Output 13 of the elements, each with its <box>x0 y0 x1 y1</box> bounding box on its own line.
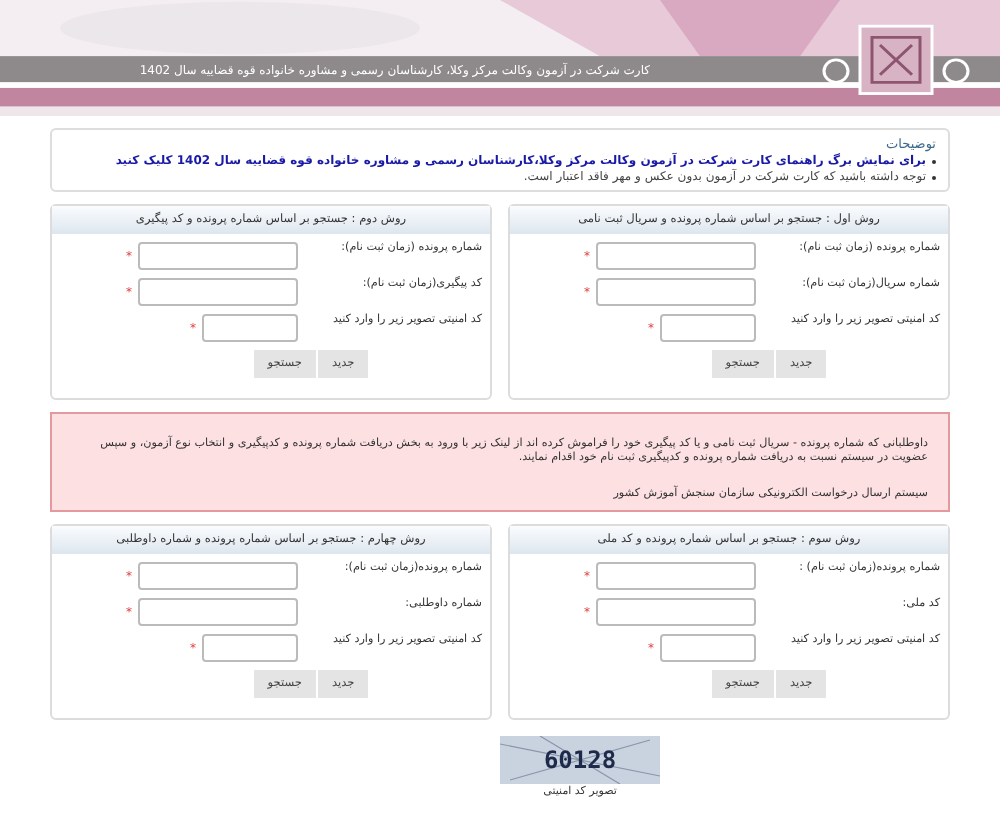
input-field[interactable] <box>596 242 756 270</box>
input-field[interactable] <box>596 278 756 306</box>
input-field[interactable] <box>138 598 298 626</box>
input-field[interactable] <box>202 314 298 342</box>
input-field[interactable] <box>596 562 756 590</box>
input-field[interactable] <box>596 598 756 626</box>
input-field[interactable] <box>138 278 298 306</box>
input-field[interactable] <box>138 562 298 590</box>
input-field[interactable] <box>202 634 298 662</box>
input-field[interactable] <box>660 634 756 662</box>
input-field[interactable] <box>660 314 756 342</box>
input-field[interactable] <box>138 242 298 270</box>
captcha-image: 60128 <box>500 736 660 784</box>
